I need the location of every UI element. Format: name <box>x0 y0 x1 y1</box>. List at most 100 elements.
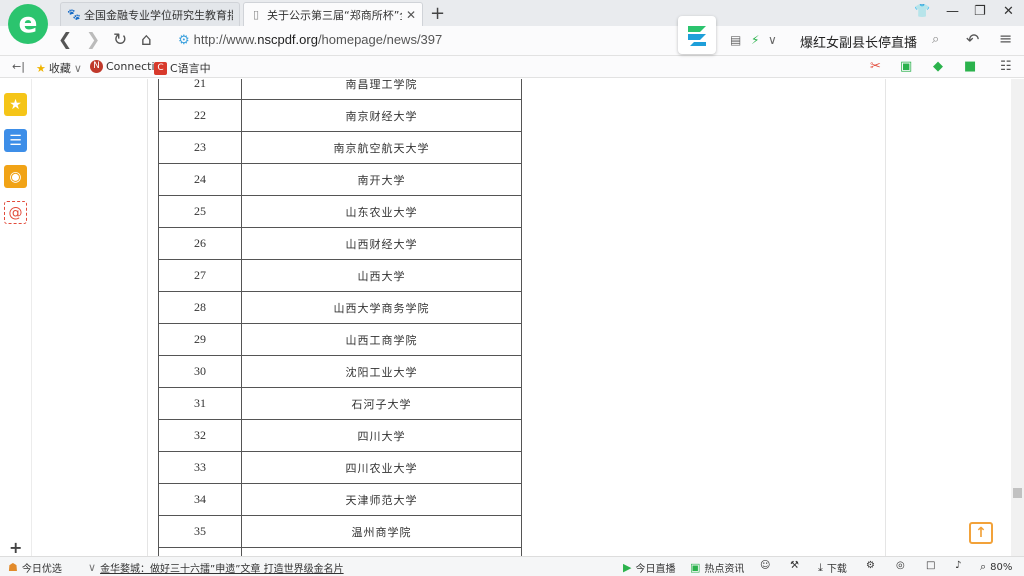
minimize-button[interactable]: — <box>946 4 959 19</box>
chevron-down-icon: ∨ <box>73 61 82 75</box>
school-name: 南昌理工学院 <box>241 79 522 100</box>
row-number <box>158 547 242 556</box>
school-name: 山西大学 <box>241 259 522 292</box>
row-number: 26 <box>158 227 242 260</box>
volume-icon[interactable]: ♪ <box>955 560 961 571</box>
restore-button[interactable]: ❐ <box>974 4 986 19</box>
shield-icon[interactable]: ◆ <box>933 59 943 74</box>
school-table: 21 南昌理工学院 22 南京财经大学 23 南京航空航天大学 24 南开大学 25 山东农业大学… <box>158 79 522 556</box>
stack-icon <box>688 26 706 46</box>
reader-icon[interactable]: ▤ <box>730 33 741 47</box>
zoom-level[interactable]: ⌕ 80% <box>980 560 1012 574</box>
school-name <box>241 547 522 556</box>
add-icon[interactable]: + <box>9 538 22 557</box>
connect-icon: N <box>90 60 103 73</box>
bookmark-c-language[interactable]: C C语言中 <box>154 60 211 76</box>
window-icon[interactable]: □ <box>926 560 935 571</box>
bookmark-label: C语言中 <box>170 62 211 75</box>
tab-title: 全国金融专业学位研究生教育指导 <box>84 8 233 22</box>
favorites-star-icon[interactable]: ★ <box>4 93 27 116</box>
table-row: 26 山西财经大学 <box>158 227 522 260</box>
school-name: 四川大学 <box>241 419 522 452</box>
email-icon[interactable]: @ <box>4 201 27 224</box>
table-row <box>158 547 522 556</box>
apps-icon[interactable]: ☷ <box>1000 59 1012 74</box>
school-name: 南开大学 <box>241 163 522 196</box>
gift-icon: ☗ <box>8 561 18 574</box>
tab-title: 关于公示第三届“郑商所杯”全国大 <box>267 8 402 22</box>
back-to-top-button[interactable]: ↑ <box>969 522 993 544</box>
lightning-icon[interactable]: ⚡ <box>751 33 759 47</box>
c-icon: C <box>154 61 167 75</box>
close-window-button[interactable]: ✕ <box>1003 4 1014 19</box>
reading-list-icon[interactable]: ☰ <box>4 129 27 152</box>
chevron-down-icon[interactable]: ∨ <box>768 33 777 47</box>
globe-icon[interactable]: ◎ <box>896 560 905 571</box>
school-name: 沈阳工业大学 <box>241 355 522 388</box>
download-icon: ⤓ <box>818 560 823 574</box>
url-prefix: http://www. <box>193 32 258 47</box>
sidebar-toggle-icon[interactable]: ←| <box>12 60 25 73</box>
url-field[interactable]: ⚙ http://www.nscpdf.org/homepage/news/397 <box>178 32 442 48</box>
browser-logo[interactable]: e <box>8 4 48 44</box>
hot-news[interactable]: ▣ 热点资讯 <box>690 560 744 575</box>
table-row: 34 天津师范大学 <box>158 483 522 516</box>
translate-icon[interactable]: ▣ <box>900 59 912 74</box>
row-number: 33 <box>158 451 242 484</box>
today-live[interactable]: ▶ 今日直播 <box>623 560 675 575</box>
star-icon: ★ <box>36 61 46 75</box>
weibo-icon[interactable]: ◉ <box>4 165 27 188</box>
school-name: 天津师范大学 <box>241 483 522 516</box>
back-button[interactable]: ❮ <box>58 30 72 50</box>
bookmark-label: Connecti <box>106 60 155 73</box>
game-icon[interactable]: ■ <box>964 59 976 74</box>
row-number: 35 <box>158 515 242 548</box>
zoom-icon: ⌕ <box>980 560 987 573</box>
scrollbar-thumb[interactable] <box>1013 488 1022 498</box>
tab-bar: 🐾 全国金融专业学位研究生教育指导 ▯ 关于公示第三届“郑商所杯”全国大 ✕ +… <box>0 0 1024 26</box>
left-sidebar: ★ ☰ ◉ @ + <box>0 79 32 557</box>
today-pick[interactable]: ☗ 今日优选 <box>8 560 62 575</box>
status-bar: ☗ 今日优选 ∨ 金华婺城：做好三十六擂”申遗”文章 打造世界级金名片 ▶ 今日… <box>0 556 1024 576</box>
news-icon: ▣ <box>690 561 701 574</box>
table-row: 22 南京财经大学 <box>158 99 522 132</box>
menu-icon[interactable]: ≡ <box>999 29 1012 48</box>
page-content: 21 南昌理工学院 22 南京财经大学 23 南京航空航天大学 24 南开大学 25 山东农业大学… <box>33 79 1011 556</box>
table-row: 23 南京航空航天大学 <box>158 131 522 164</box>
new-tab-button[interactable]: + <box>430 3 445 24</box>
table-row: 30 沈阳工业大学 <box>158 355 522 388</box>
shirt-icon[interactable]: 👕 <box>914 4 930 19</box>
undo-icon[interactable]: ↶ <box>966 30 979 49</box>
search-input[interactable]: 爆红女副县长停直播 <box>800 32 917 51</box>
extension-logo[interactable] <box>678 16 716 54</box>
news-ticker[interactable]: ∨ 金华婺城：做好三十六擂”申遗”文章 打造世界级金名片 <box>88 560 344 575</box>
table-row: 21 南昌理工学院 <box>158 79 522 100</box>
scissors-icon[interactable]: ✂ <box>870 59 881 74</box>
vertical-scrollbar[interactable] <box>1011 79 1024 556</box>
school-name: 山西工商学院 <box>241 323 522 356</box>
bookmark-connect[interactable]: N Connecti <box>90 60 155 73</box>
table-row: 35 温州商学院 <box>158 515 522 548</box>
tab-announcement[interactable]: ▯ 关于公示第三届“郑商所杯”全国大 ✕ <box>243 2 423 26</box>
page-icon: ▯ <box>252 7 260 21</box>
downloads[interactable]: ⤓ 下载 <box>818 560 847 576</box>
row-number: 30 <box>158 355 242 388</box>
address-bar: ❮ ❯ ↻ ⌂ ⚙ http://www.nscpdf.org/homepage/… <box>0 26 1024 56</box>
search-icon[interactable]: ⌕ <box>932 32 939 47</box>
row-number: 24 <box>158 163 242 196</box>
row-number: 34 <box>158 483 242 516</box>
bookmark-favorites[interactable]: ★ 收藏 ∨ <box>36 60 82 76</box>
feedback-icon[interactable]: ☺ <box>760 560 770 571</box>
close-icon[interactable]: ✕ <box>406 8 416 22</box>
row-number: 21 <box>158 79 242 100</box>
tab-finance-guidance[interactable]: 🐾 全国金融专业学位研究生教育指导 <box>60 2 240 26</box>
broom-icon[interactable]: ⚙ <box>866 560 875 571</box>
school-name: 南京航空航天大学 <box>241 131 522 164</box>
pin-icon[interactable]: ⚒ <box>790 560 799 571</box>
refresh-button[interactable]: ↻ <box>113 30 127 50</box>
forward-button[interactable]: ❯ <box>86 30 100 50</box>
table-row: 25 山东农业大学 <box>158 195 522 228</box>
bookmarks-bar: ←| ★ 收藏 ∨ N Connecti C C语言中 ✂ ▣ ◆ ■ ☷ <box>0 56 1024 78</box>
school-name: 石河子大学 <box>241 387 522 420</box>
home-button[interactable]: ⌂ <box>141 30 152 50</box>
